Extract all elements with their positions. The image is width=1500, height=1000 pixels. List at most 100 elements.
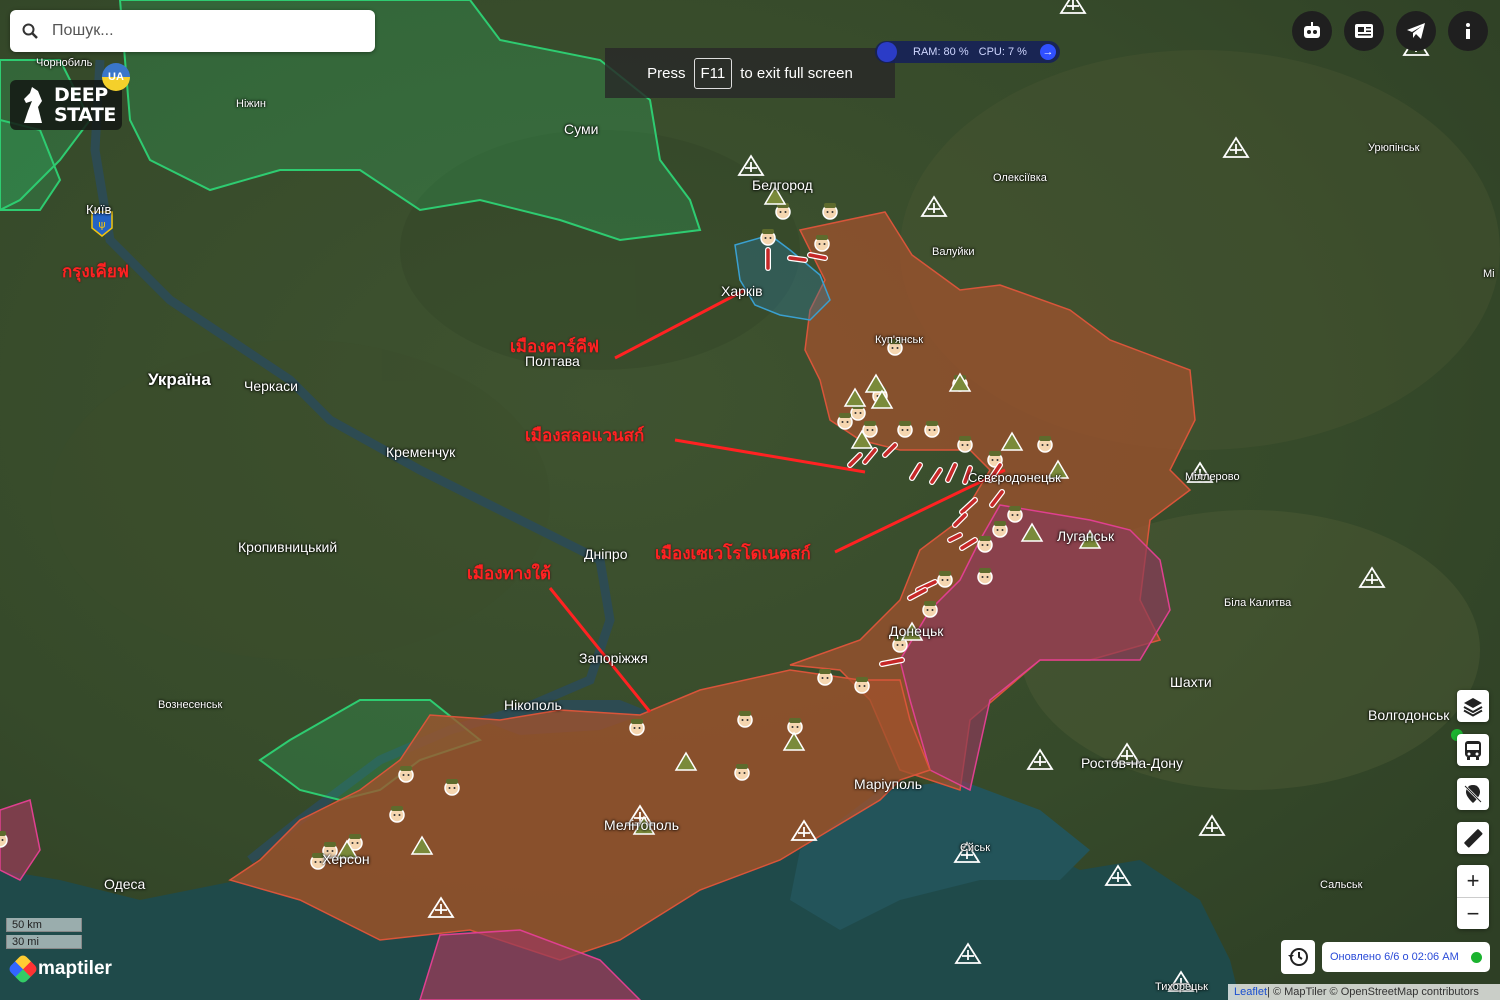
city-label: Тихорецьк — [1155, 981, 1208, 993]
search-icon — [10, 23, 50, 39]
layers-button[interactable] — [1457, 690, 1489, 722]
attribution: Leaflet | © MapTiler © OpenStreetMap con… — [1228, 984, 1500, 1000]
fullscreen-notice: Press F11 to exit full screen — [605, 48, 895, 98]
city-label: Мелітополь — [604, 817, 679, 833]
deepstate-logo[interactable]: DEEP STATE — [10, 80, 122, 130]
leaflet-link[interactable]: Leaflet — [1234, 986, 1267, 998]
zoom-out-button[interactable]: − — [1457, 898, 1489, 930]
soldier-marker-icon[interactable] — [817, 669, 833, 686]
city-label: Луганськ — [1057, 528, 1115, 544]
soldier-marker-icon[interactable] — [837, 413, 853, 430]
city-label: Міллерово — [1185, 471, 1240, 483]
soldier-marker-icon[interactable] — [977, 536, 993, 553]
maptiler-icon — [7, 953, 39, 985]
scale-mi: 30 mi — [6, 935, 82, 949]
city-label: Маріуполь — [854, 776, 923, 792]
scale-km: 50 km — [6, 918, 82, 932]
ua-flag-badge: UA — [102, 63, 130, 91]
city-label: Куп'янськ — [875, 334, 924, 346]
telegram-button[interactable] — [1396, 11, 1436, 51]
arrow-right-icon[interactable]: → — [1040, 44, 1056, 60]
soldier-marker-icon[interactable] — [977, 568, 993, 585]
maptiler-logo[interactable]: maptiler — [7, 953, 112, 985]
svg-text:ψ: ψ — [98, 218, 105, 231]
soldier-marker-icon[interactable] — [822, 203, 838, 220]
monitor-icon — [877, 42, 897, 62]
soldier-marker-icon[interactable] — [389, 806, 405, 823]
soldier-marker-icon[interactable] — [737, 711, 753, 728]
soldier-marker-icon[interactable] — [398, 766, 414, 783]
annotation-sievierodonetsk: เมืองเซเวโรโดเนตสก์ — [655, 544, 811, 564]
newspaper-icon — [1355, 24, 1373, 38]
attribution-rest: | © MapTiler © OpenStreetMap contributor… — [1267, 986, 1479, 998]
info-icon — [1466, 23, 1470, 39]
annotation-south: เมืองทางใต้ — [467, 564, 551, 584]
fs-suffix: to exit full screen — [740, 64, 853, 82]
history-button[interactable] — [1281, 940, 1315, 974]
ruler-icon — [1464, 829, 1483, 848]
soldier-marker-icon[interactable] — [897, 421, 913, 438]
city-label: Валуйки — [932, 246, 975, 258]
city-label: Харків — [721, 283, 763, 299]
city-label: Кременчук — [386, 444, 456, 460]
soldier-marker-icon[interactable] — [854, 677, 870, 694]
map-canvas[interactable]: ψ — [0, 0, 1500, 1000]
robot-button[interactable] — [1292, 11, 1332, 51]
telegram-icon — [1407, 23, 1425, 39]
city-label: Нікополь — [504, 697, 562, 713]
cpu-usage: CPU: 7 % — [978, 46, 1027, 58]
pin-off-icon — [1464, 785, 1482, 803]
city-label: Ростов-на-Дону — [1081, 755, 1183, 771]
city-label: Мі — [1483, 268, 1495, 280]
annotation-sloviansk: เมืองสลอแวนสก์ — [525, 426, 645, 446]
soldier-marker-icon[interactable] — [760, 229, 776, 246]
soldier-marker-icon[interactable] — [1007, 506, 1023, 523]
search-bar[interactable] — [10, 10, 375, 52]
update-text: Оновлено 6/6 о 02:06 AM — [1330, 951, 1459, 963]
layers-icon — [1463, 698, 1483, 717]
soldier-marker-icon[interactable] — [1037, 436, 1053, 453]
city-label: Запоріжжя — [579, 650, 648, 666]
city-label: Херсон — [322, 851, 370, 867]
logo-line2: STATE — [54, 104, 116, 126]
fs-key: F11 — [693, 57, 733, 89]
soldier-marker-icon[interactable] — [814, 235, 830, 252]
city-label: Черкаси — [244, 378, 298, 394]
soldier-marker-icon[interactable] — [992, 521, 1008, 538]
soldier-marker-icon[interactable] — [862, 421, 878, 438]
soldier-marker-icon[interactable] — [775, 203, 791, 220]
city-label: Суми — [564, 121, 599, 137]
attack-arrow — [879, 657, 905, 667]
system-monitor[interactable]: RAM: 80 % CPU: 7 % → — [875, 41, 1060, 63]
city-label: Донецьк — [889, 623, 944, 639]
robot-icon — [1304, 22, 1320, 38]
bus-icon — [1465, 741, 1481, 760]
search-input[interactable] — [50, 21, 354, 41]
soldier-marker-icon[interactable] — [0, 831, 8, 848]
markers-toggle-button[interactable] — [1457, 778, 1489, 810]
attack-arrow — [807, 252, 828, 261]
ram-usage: RAM: 80 % — [913, 46, 969, 58]
soldier-marker-icon[interactable] — [922, 601, 938, 618]
city-label: Шахти — [1170, 674, 1212, 690]
city-label: Белгород — [752, 177, 813, 193]
soldier-marker-icon[interactable] — [957, 436, 973, 453]
soldier-marker-icon[interactable] — [787, 718, 803, 735]
country-label: Україна — [148, 370, 211, 389]
city-label: Волгодонськ — [1368, 707, 1450, 723]
soldier-marker-icon[interactable] — [937, 571, 953, 588]
news-button[interactable] — [1344, 11, 1384, 51]
soldier-marker-icon[interactable] — [629, 719, 645, 736]
knight-icon — [24, 87, 42, 123]
transport-button[interactable] — [1457, 734, 1489, 766]
ruler-button[interactable] — [1457, 822, 1489, 854]
soldier-marker-icon[interactable] — [734, 764, 750, 781]
soldier-marker-icon[interactable] — [444, 779, 460, 796]
soldier-marker-icon[interactable] — [924, 421, 940, 438]
city-label: Ніжин — [236, 98, 266, 110]
info-button[interactable] — [1448, 11, 1488, 51]
attack-arrow — [787, 255, 808, 263]
city-label: Чорнобиль — [36, 57, 93, 69]
status-dot — [1471, 952, 1482, 963]
zoom-in-button[interactable]: + — [1457, 865, 1489, 898]
